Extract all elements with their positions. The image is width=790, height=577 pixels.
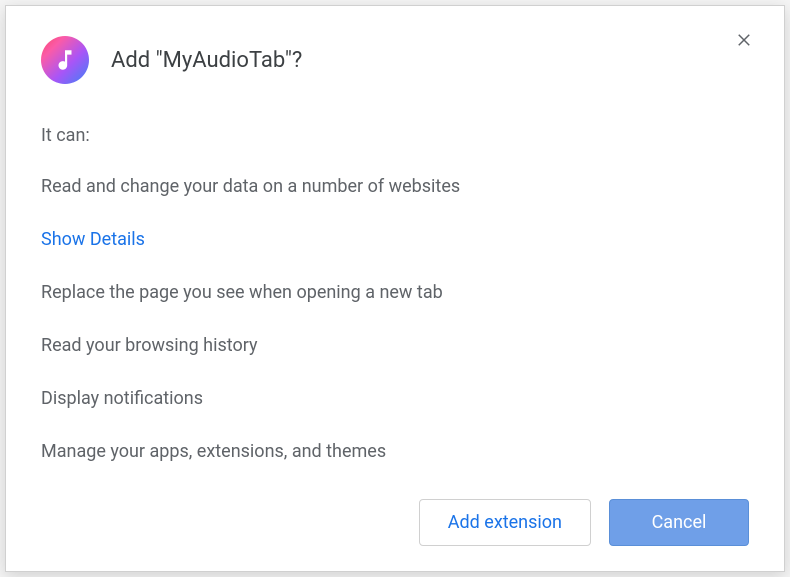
dialog-header: Add "MyAudioTab"? (41, 36, 749, 84)
extension-icon (41, 36, 89, 84)
permission-item: Read your browsing history (41, 332, 749, 359)
dialog-title: Add "MyAudioTab"? (111, 48, 302, 73)
dialog-footer: Add extension Cancel (41, 499, 749, 546)
music-note-icon (52, 47, 78, 73)
cancel-button[interactable]: Cancel (609, 499, 749, 546)
permission-item: Display notifications (41, 385, 749, 412)
permission-item: Read and change your data on a number of… (41, 173, 749, 200)
permission-item: Manage your apps, extensions, and themes (41, 438, 749, 465)
close-button[interactable] (732, 28, 756, 52)
permission-item: Replace the page you see when opening a … (41, 279, 749, 306)
permissions-intro: It can: (41, 122, 749, 149)
close-icon (735, 31, 753, 49)
add-extension-button[interactable]: Add extension (419, 499, 591, 546)
show-details-link[interactable]: Show Details (41, 226, 749, 253)
extension-install-dialog: Add "MyAudioTab"? It can: Read and chang… (5, 5, 785, 572)
dialog-content: It can: Read and change your data on a n… (41, 122, 749, 499)
